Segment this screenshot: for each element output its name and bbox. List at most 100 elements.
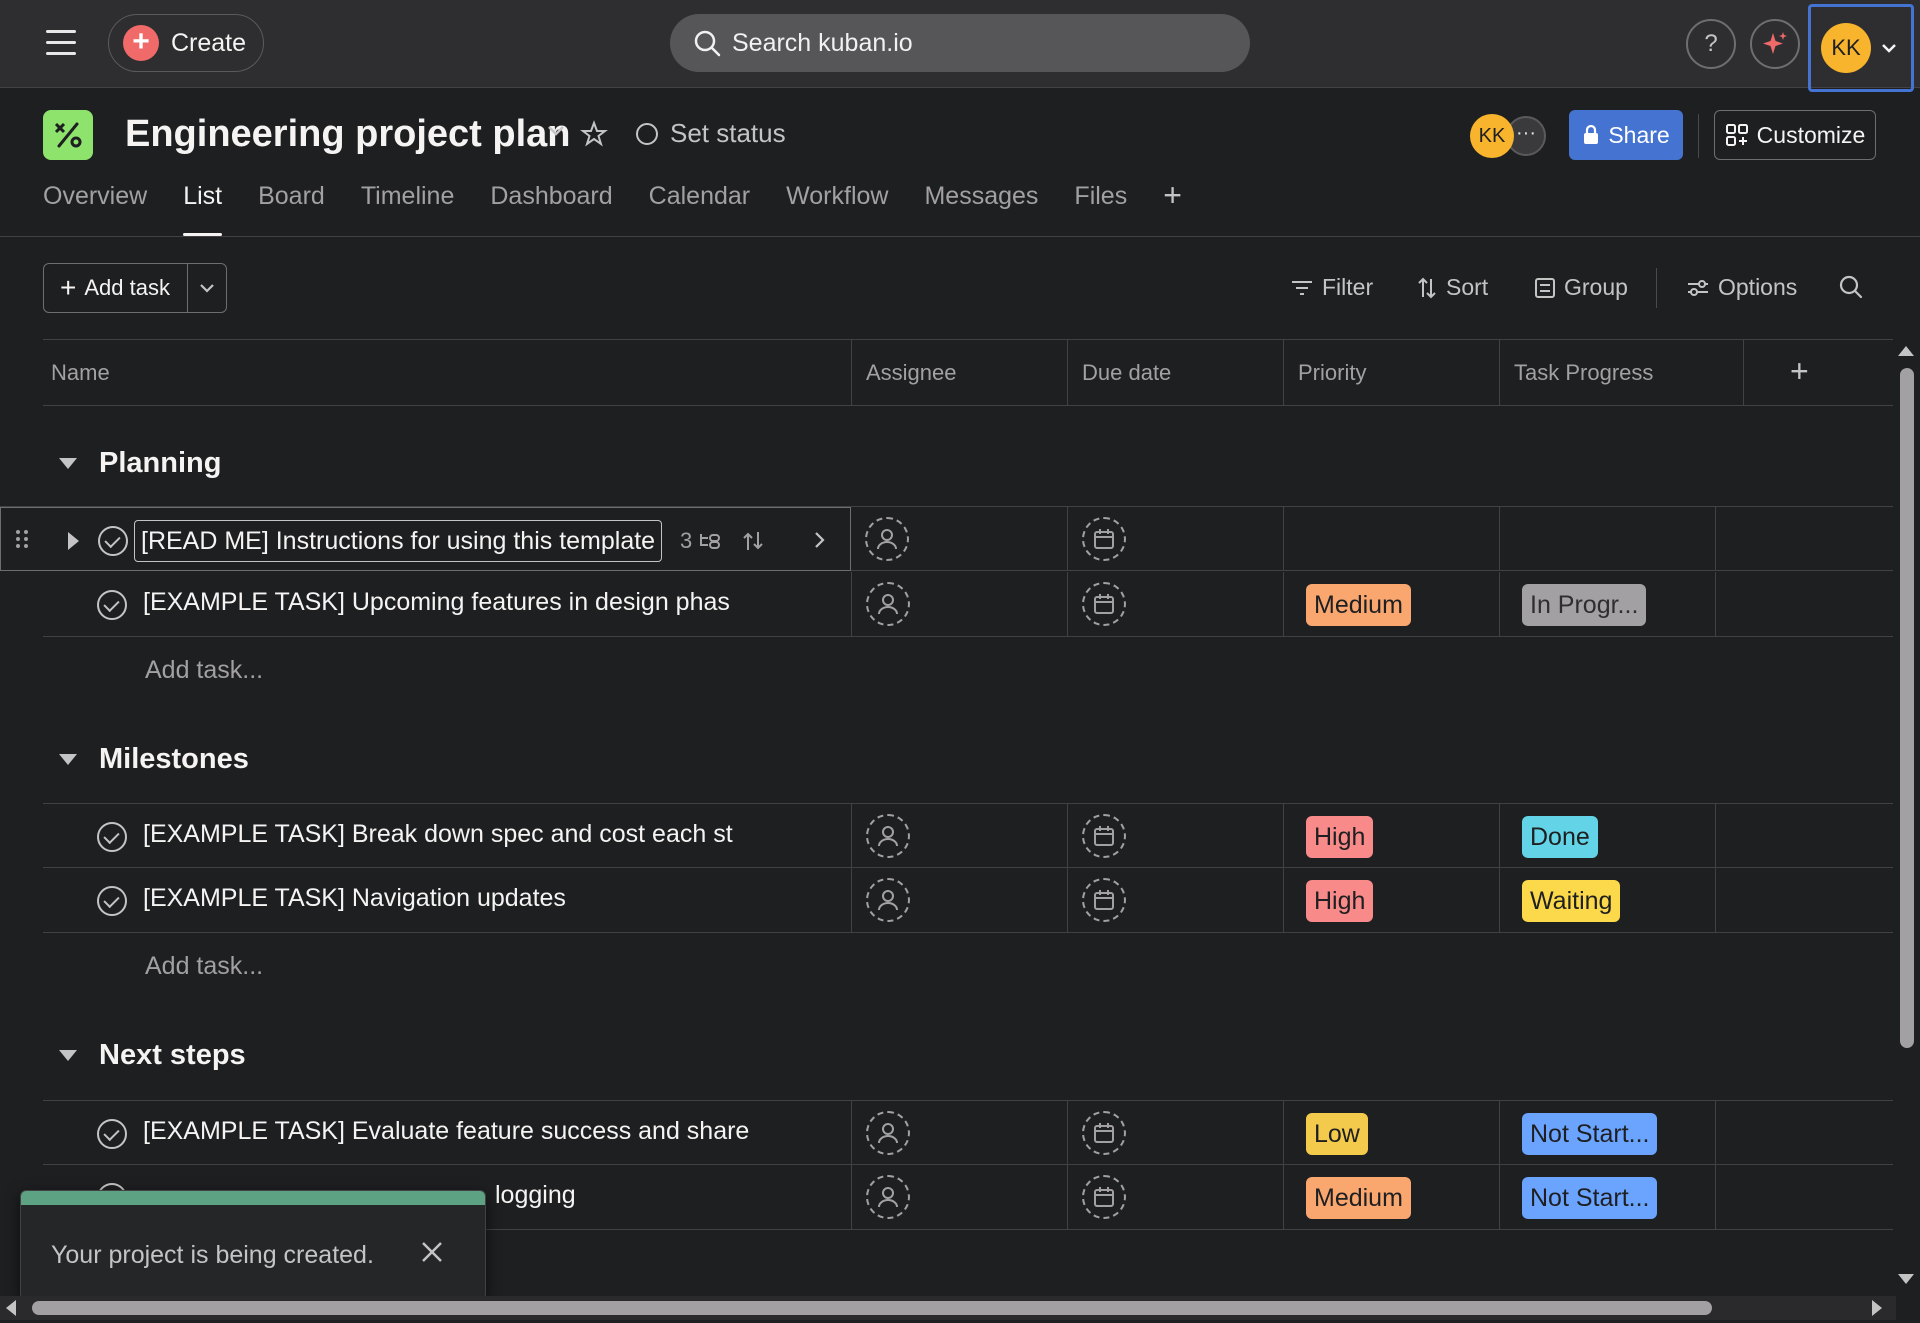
task-name[interactable]: [EXAMPLE TASK] Navigation updates [143, 884, 566, 913]
due-date-cell[interactable] [1067, 1101, 1283, 1165]
customize-button[interactable]: Customize [1714, 110, 1876, 160]
progress-cell[interactable]: Not Start... [1499, 1101, 1715, 1165]
add-column-button[interactable]: + [1743, 340, 1893, 406]
progress-cell[interactable]: In Progr... [1499, 572, 1715, 636]
tab-list[interactable]: List [183, 182, 222, 236]
column-header-name[interactable]: Name [43, 340, 851, 406]
assignee-cell[interactable] [851, 868, 1067, 932]
progress-cell[interactable]: Waiting [1499, 868, 1715, 932]
assignee-icon[interactable] [865, 517, 909, 561]
complete-task-checkbox[interactable] [97, 822, 127, 852]
tab-files[interactable]: Files [1074, 182, 1127, 236]
options-button[interactable]: Options [1686, 274, 1797, 301]
priority-badge[interactable]: High [1306, 880, 1374, 922]
chevron-right-icon[interactable] [812, 530, 826, 550]
page-title[interactable]: Engineering project plan [125, 113, 571, 156]
scroll-down-icon[interactable] [1898, 1274, 1914, 1284]
scroll-right-icon[interactable] [1872, 1300, 1882, 1316]
progress-badge[interactable]: Waiting [1522, 880, 1621, 922]
assignee-icon[interactable] [866, 1175, 910, 1219]
assignee-cell[interactable] [851, 572, 1067, 636]
create-button[interactable]: + Create [108, 14, 264, 72]
section-header[interactable]: Milestones [43, 726, 1893, 793]
progress-cell[interactable]: Not Start... [1499, 1165, 1715, 1229]
horizontal-scrollbar[interactable] [0, 1296, 1896, 1320]
due-date-cell[interactable] [1067, 1165, 1283, 1229]
task-name-cell[interactable]: [READ ME] Instructions for using this te… [0, 507, 851, 571]
table-row[interactable]: [EXAMPLE TASK] Navigation updates High W… [43, 868, 1893, 933]
tab-timeline[interactable]: Timeline [361, 182, 455, 236]
progress-badge[interactable]: Not Start... [1522, 1113, 1658, 1155]
set-status-button[interactable]: Set status [636, 118, 786, 149]
priority-cell[interactable]: High [1283, 868, 1499, 932]
priority-cell[interactable]: High [1283, 804, 1499, 868]
column-header-priority[interactable]: Priority [1283, 340, 1499, 406]
tab-overview[interactable]: Overview [43, 182, 147, 236]
add-task-inline[interactable]: Add task... [145, 656, 263, 685]
due-date-cell[interactable] [1067, 572, 1283, 636]
task-name-cell[interactable]: [EXAMPLE TASK] Navigation updates [43, 868, 851, 932]
share-button[interactable]: Share [1569, 110, 1683, 160]
scrollbar-thumb[interactable] [32, 1301, 1712, 1315]
scroll-left-icon[interactable] [6, 1300, 16, 1316]
task-name[interactable]: [EXAMPLE TASK] Evaluate feature success … [143, 1117, 749, 1146]
close-icon[interactable] [419, 1239, 445, 1265]
priority-badge[interactable]: Medium [1306, 1177, 1411, 1219]
section-header[interactable]: Planning [43, 430, 1893, 497]
progress-cell[interactable] [1499, 507, 1715, 571]
subtask-count[interactable]: 3 [680, 528, 722, 554]
progress-badge[interactable]: In Progr... [1522, 584, 1647, 626]
table-search-button[interactable] [1838, 274, 1864, 300]
priority-badge[interactable]: Medium [1306, 584, 1411, 626]
assignee-cell[interactable] [851, 804, 1067, 868]
tab-board[interactable]: Board [258, 182, 325, 236]
assignee-cell[interactable] [851, 1101, 1067, 1165]
priority-badge[interactable]: Low [1306, 1113, 1368, 1155]
expand-subtasks-icon[interactable] [68, 532, 79, 550]
help-button[interactable]: ? [1686, 19, 1736, 69]
dependency-icon[interactable] [740, 528, 766, 554]
assignee-icon[interactable] [866, 582, 910, 626]
drag-handle-icon[interactable] [15, 528, 29, 550]
due-date-icon[interactable] [1082, 1111, 1126, 1155]
priority-cell[interactable]: Medium [1283, 1165, 1499, 1229]
ai-sparkle-button[interactable] [1750, 19, 1800, 69]
task-name-cell[interactable]: [EXAMPLE TASK] Break down spec and cost … [43, 804, 851, 868]
add-task-dropdown[interactable] [188, 264, 226, 312]
star-icon[interactable] [580, 120, 608, 148]
due-date-icon[interactable] [1082, 814, 1126, 858]
complete-task-checkbox[interactable] [97, 590, 127, 620]
tab-messages[interactable]: Messages [924, 182, 1038, 236]
task-name[interactable]: [EXAMPLE TASK] Break down spec and cost … [143, 820, 733, 849]
due-date-cell[interactable] [1067, 868, 1283, 932]
column-header-task-progress[interactable]: Task Progress [1499, 340, 1743, 406]
menu-icon[interactable] [46, 30, 76, 56]
progress-cell[interactable]: Done [1499, 804, 1715, 868]
assignee-cell[interactable] [851, 507, 1067, 571]
due-date-icon[interactable] [1082, 1175, 1126, 1219]
table-row[interactable]: [EXAMPLE TASK] Break down spec and cost … [43, 803, 1893, 868]
priority-cell[interactable]: Medium [1283, 572, 1499, 636]
priority-cell[interactable]: Low [1283, 1101, 1499, 1165]
assignee-icon[interactable] [866, 1111, 910, 1155]
priority-badge[interactable]: High [1306, 816, 1374, 858]
due-date-icon[interactable] [1082, 517, 1126, 561]
priority-cell[interactable] [1283, 507, 1499, 571]
assignee-icon[interactable] [866, 878, 910, 922]
due-date-cell[interactable] [1067, 507, 1283, 571]
add-task-button[interactable]: + Add task [43, 263, 227, 313]
column-header-due-date[interactable]: Due date [1067, 340, 1283, 406]
task-name-cell[interactable]: [EXAMPLE TASK] Evaluate feature success … [43, 1101, 851, 1165]
table-row[interactable]: [READ ME] Instructions for using this te… [0, 506, 1893, 571]
tab-workflow[interactable]: Workflow [786, 182, 888, 236]
progress-badge[interactable]: Not Start... [1522, 1177, 1658, 1219]
due-date-cell[interactable] [1067, 804, 1283, 868]
table-row[interactable]: [EXAMPLE TASK] Upcoming features in desi… [43, 572, 1893, 637]
group-button[interactable]: Group [1534, 274, 1628, 301]
task-name-input[interactable]: [READ ME] Instructions for using this te… [134, 520, 663, 562]
table-row[interactable]: [EXAMPLE TASK] Evaluate feature success … [43, 1100, 1893, 1165]
filter-button[interactable]: Filter [1290, 274, 1373, 301]
assignee-icon[interactable] [866, 814, 910, 858]
add-task-main[interactable]: + Add task [44, 264, 188, 312]
tab-calendar[interactable]: Calendar [649, 182, 750, 236]
